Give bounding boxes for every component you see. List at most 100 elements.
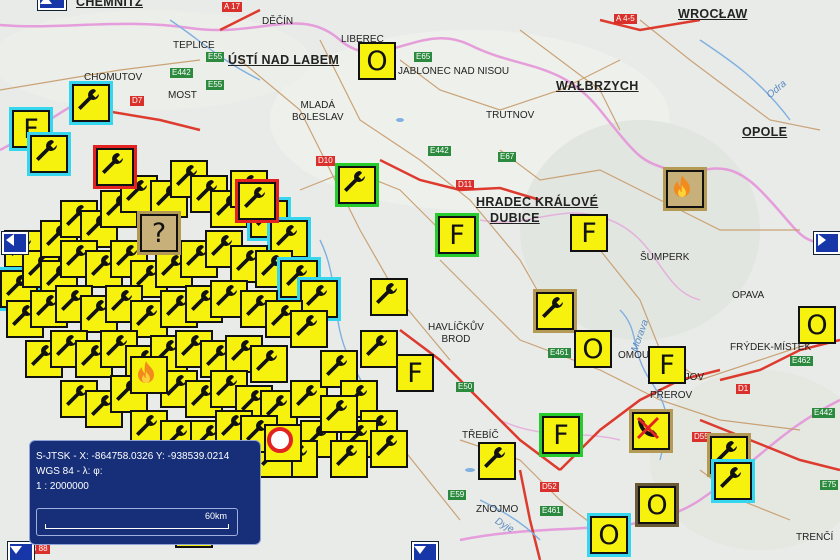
road-shield-a4: A 4-5 bbox=[614, 14, 637, 24]
wrench-icon bbox=[542, 297, 563, 318]
phone-marker[interactable] bbox=[632, 412, 670, 450]
wrench-icon bbox=[306, 285, 327, 306]
wrench-marker[interactable] bbox=[72, 84, 110, 122]
city-label-walbrzych: WAŁBRZYCH bbox=[556, 79, 639, 93]
f-marker[interactable]: F bbox=[570, 214, 608, 252]
wrench-icon bbox=[336, 445, 357, 466]
road-shield-d11: D11 bbox=[456, 180, 475, 190]
question-marker[interactable]: ? bbox=[140, 214, 178, 252]
wrench-marker[interactable] bbox=[96, 148, 134, 186]
city-label-teplice: TEPLICE bbox=[173, 40, 215, 51]
wrench-icon bbox=[244, 187, 265, 208]
chevron-down-icon bbox=[10, 546, 22, 554]
o-marker[interactable]: O bbox=[798, 306, 836, 344]
wrench-marker[interactable] bbox=[250, 345, 288, 383]
city-label-sumperk: ŠUMPERK bbox=[640, 252, 690, 263]
road-shield-e462: E462 bbox=[790, 356, 813, 366]
city-label-jablonec: JABLONEC NAD NISOU bbox=[398, 66, 510, 77]
road-shield-e50: E50 bbox=[456, 382, 475, 392]
wrench-icon bbox=[326, 400, 347, 421]
city-label-trebic: TŘEBÍČ bbox=[462, 430, 499, 441]
pan-right-arrow[interactable] bbox=[814, 232, 840, 254]
wrench-marker[interactable] bbox=[714, 462, 752, 500]
wrench-icon bbox=[256, 350, 277, 371]
road-shield-d10: D10 bbox=[316, 156, 335, 166]
wgs84-coordinates: WGS 84 - λ: φ: bbox=[36, 466, 103, 477]
fire-icon bbox=[138, 361, 154, 383]
city-label-havlickuv-brod: HAVLÍČKŮV BROD bbox=[428, 322, 484, 345]
pan-down-arrow[interactable] bbox=[412, 542, 438, 560]
wrench-icon bbox=[296, 385, 317, 406]
chevron-left-icon bbox=[6, 234, 14, 246]
wrench-marker[interactable] bbox=[370, 278, 408, 316]
road-shield-e67: E67 bbox=[498, 152, 517, 162]
road-shield-d55: D55 bbox=[692, 432, 711, 442]
pan-left-arrow[interactable] bbox=[2, 232, 28, 254]
wrench-marker[interactable] bbox=[330, 440, 368, 478]
f-marker[interactable]: F bbox=[542, 416, 580, 454]
road-shield-d7: D7 bbox=[130, 96, 145, 106]
city-label-opava: OPAVA bbox=[732, 290, 765, 301]
f-marker[interactable]: F bbox=[648, 346, 686, 384]
wrench-marker[interactable] bbox=[478, 442, 516, 480]
city-label-decin: DĚČÍN bbox=[262, 16, 294, 27]
wrench-marker[interactable] bbox=[370, 430, 408, 468]
road-shield-e461b: E461 bbox=[540, 506, 563, 516]
wrench-icon bbox=[344, 171, 365, 192]
wrench-icon bbox=[376, 435, 397, 456]
fire-marker[interactable] bbox=[666, 170, 704, 208]
city-label-opole: OPOLE bbox=[742, 125, 788, 139]
wrench-marker[interactable] bbox=[536, 292, 574, 330]
o-marker[interactable]: O bbox=[638, 486, 676, 524]
chevron-up-icon bbox=[40, 0, 52, 4]
wrench-marker[interactable] bbox=[360, 330, 398, 368]
pan-down-left-arrow[interactable] bbox=[8, 542, 34, 560]
scale-bar-label: 60km bbox=[204, 511, 227, 521]
o-marker[interactable]: O bbox=[574, 330, 612, 368]
road-shield-e442: E442 bbox=[170, 68, 193, 78]
road-shield-a17: A 17 bbox=[222, 2, 243, 12]
wrench-icon bbox=[296, 315, 317, 336]
road-shield-d1: D1 bbox=[736, 384, 751, 394]
wrench-marker[interactable] bbox=[290, 310, 328, 348]
road-shield-d52: D52 bbox=[540, 482, 559, 492]
road-shield-e59: E59 bbox=[448, 490, 467, 500]
scale-bar: 60km bbox=[36, 508, 238, 536]
no-entry-icon bbox=[267, 427, 293, 453]
phone-off-icon bbox=[636, 416, 660, 440]
sjtsk-coordinates: S-JTSK - X: -864758.0326 Y: -938539.0214 bbox=[36, 451, 230, 462]
road-shield-e65: E65 bbox=[414, 52, 433, 62]
wrench-marker[interactable] bbox=[338, 166, 376, 204]
o-marker[interactable]: O bbox=[358, 42, 396, 80]
wrench-icon bbox=[720, 467, 741, 488]
fire-icon bbox=[674, 175, 690, 197]
city-label-hradec: HRADEC KRÁLOVÉ bbox=[476, 195, 599, 209]
wrench-marker[interactable] bbox=[320, 395, 358, 433]
scale-bar-line bbox=[45, 524, 229, 529]
wrench-icon bbox=[276, 225, 297, 246]
pan-up-arrow[interactable] bbox=[38, 0, 66, 10]
wrench-icon bbox=[78, 89, 99, 110]
map-view[interactable]: Odra Morava Dyje CHEMNITZ WROCŁAW TEPLIC… bbox=[0, 0, 840, 560]
city-label-pardubice: DUBICE bbox=[490, 211, 540, 225]
city-label-trutnov: TRUTNOV bbox=[486, 110, 535, 121]
f-marker[interactable]: F bbox=[438, 216, 476, 254]
no-entry-marker[interactable] bbox=[264, 424, 302, 462]
wrench-marker[interactable] bbox=[30, 135, 68, 173]
wrench-icon bbox=[136, 415, 157, 436]
road-shield-e442c: E442 bbox=[812, 408, 835, 418]
o-marker[interactable]: O bbox=[590, 516, 628, 554]
city-label-most: MOST bbox=[168, 90, 197, 101]
f-marker[interactable]: F bbox=[396, 354, 434, 392]
map-scale-ratio: 1 : 2000000 bbox=[36, 481, 89, 492]
wrench-marker[interactable] bbox=[238, 182, 276, 220]
city-label-mlada-boleslav: MLADÁ BOLESLAV bbox=[292, 100, 344, 123]
coordinate-info-panel: S-JTSK - X: -864758.0326 Y: -938539.0214… bbox=[29, 440, 261, 545]
chevron-down-icon bbox=[414, 546, 426, 554]
wrench-icon bbox=[102, 153, 123, 174]
wrench-icon bbox=[366, 335, 387, 356]
fire-marker[interactable] bbox=[130, 356, 168, 394]
wrench-icon bbox=[136, 305, 157, 326]
chevron-right-icon bbox=[818, 234, 826, 246]
wrench-icon bbox=[376, 283, 397, 304]
